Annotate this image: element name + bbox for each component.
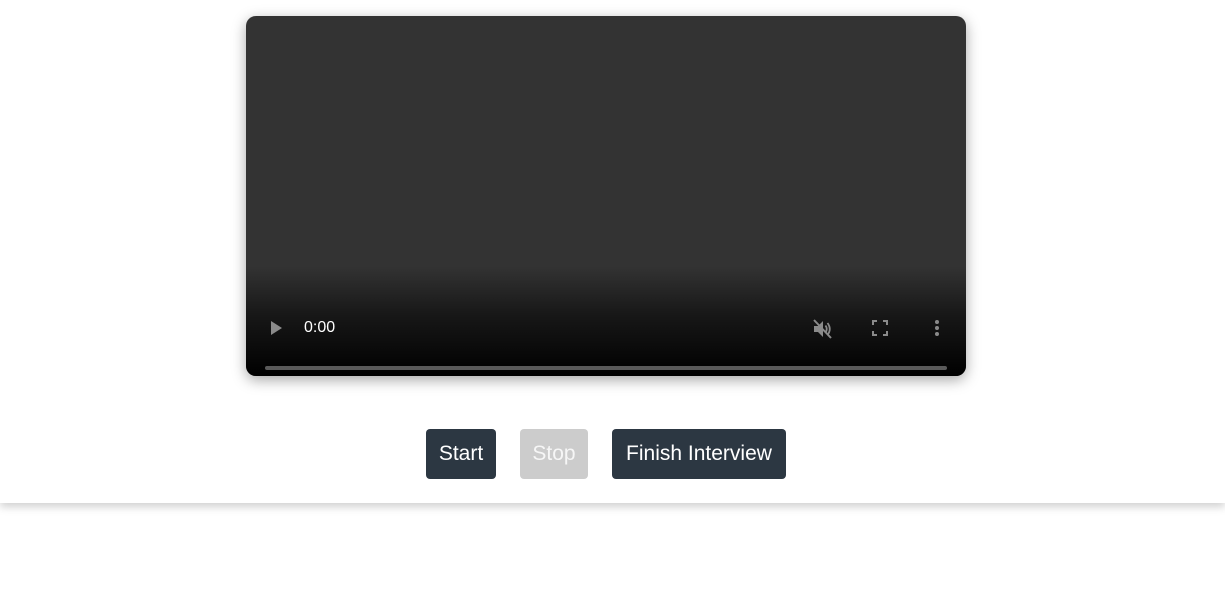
finish-interview-button[interactable]: Finish Interview	[612, 429, 786, 479]
video-controls-bar: 0:00	[246, 296, 966, 376]
video-player[interactable]: 0:00	[246, 16, 966, 376]
interview-actions: Start Stop Finish Interview	[0, 429, 1225, 479]
volume-muted-icon	[813, 319, 832, 339]
play-icon	[271, 321, 282, 335]
seek-bar[interactable]	[265, 366, 947, 370]
start-button[interactable]: Start	[426, 429, 496, 479]
page: 0:00 Start Stop Finish Interview	[0, 0, 1225, 601]
current-time: 0:00	[304, 319, 336, 336]
more-options-button[interactable]	[927, 318, 947, 338]
fullscreen-button[interactable]	[870, 318, 890, 338]
fullscreen-icon	[872, 320, 888, 336]
interview-card: 0:00 Start Stop Finish Interview	[0, 0, 1225, 503]
mute-button[interactable]	[811, 318, 833, 340]
play-button[interactable]	[266, 318, 286, 338]
stop-button[interactable]: Stop	[520, 429, 588, 479]
more-vertical-icon	[935, 320, 939, 336]
